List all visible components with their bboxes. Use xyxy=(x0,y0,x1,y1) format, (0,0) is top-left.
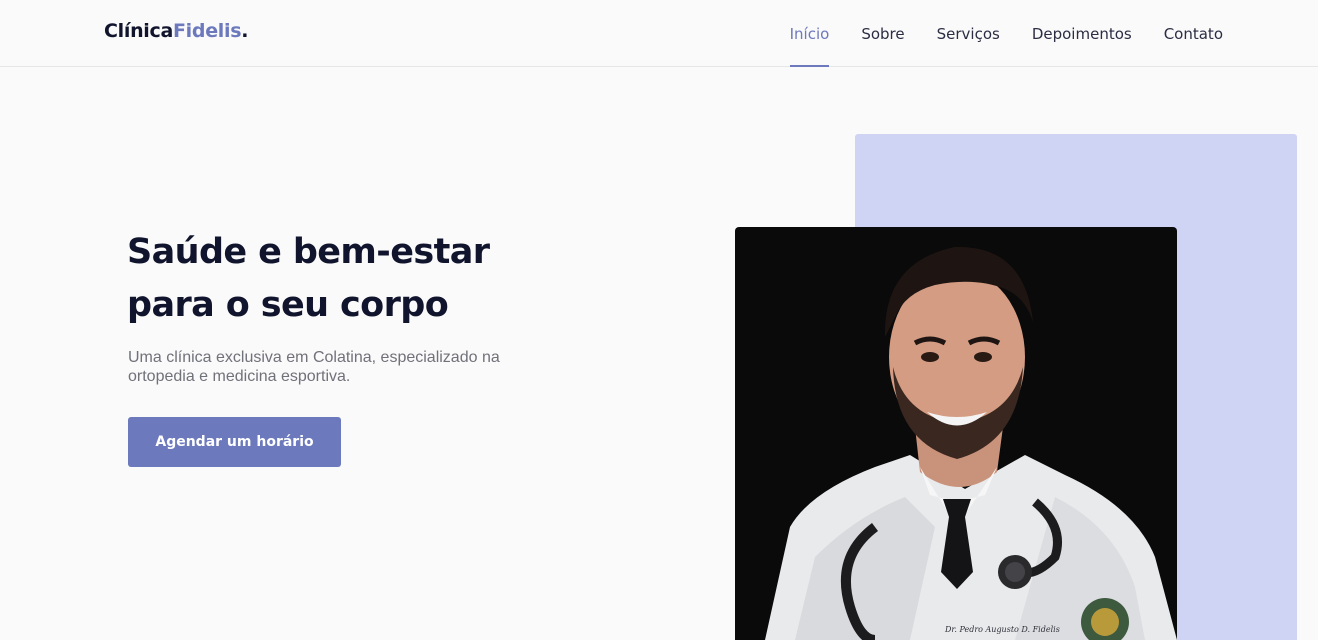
doctor-photo: Dr. Pedro Augusto D. Fidelis xyxy=(735,227,1177,640)
coat-embroidery-text: Dr. Pedro Augusto D. Fidelis xyxy=(944,625,1060,634)
logo-dot: . xyxy=(241,20,249,42)
logo[interactable]: ClínicaFidelis. xyxy=(104,20,248,42)
hero-subtitle: Uma clínica exclusiva em Colatina, espec… xyxy=(128,349,500,385)
nav-item-sobre[interactable]: Sobre xyxy=(861,0,904,67)
logo-main-text: Clínica xyxy=(104,20,173,42)
nav-item-servicos[interactable]: Serviços xyxy=(937,0,1000,67)
hero-title: Saúde e bem-estar para o seu corpo xyxy=(127,226,547,332)
main-nav: Início Sobre Serviços Depoimentos Contat… xyxy=(789,0,1223,67)
schedule-appointment-button[interactable]: Agendar um horário xyxy=(128,417,341,467)
nav-item-contato[interactable]: Contato xyxy=(1164,0,1223,67)
nav-item-inicio[interactable]: Início xyxy=(789,0,829,67)
hero-title-line1: Saúde e bem-estar xyxy=(127,232,490,272)
nav-item-depoimentos[interactable]: Depoimentos xyxy=(1032,0,1132,67)
logo-accent-text: Fidelis xyxy=(173,20,242,42)
hero-title-line2: para o seu corpo xyxy=(127,285,449,325)
doctor-portrait-illustration: Dr. Pedro Augusto D. Fidelis xyxy=(765,246,1177,640)
site-header: ClínicaFidelis. Início Sobre Serviços De… xyxy=(0,0,1318,67)
